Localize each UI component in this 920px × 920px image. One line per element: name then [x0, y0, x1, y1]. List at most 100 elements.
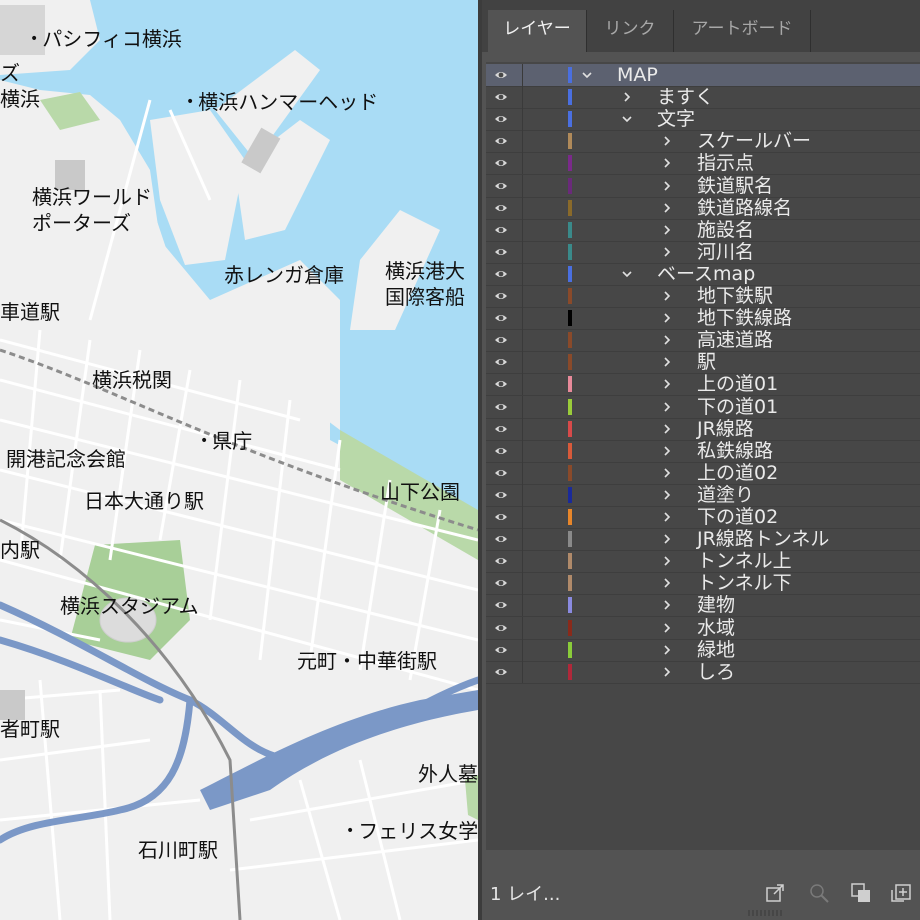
- visibility-eye-icon[interactable]: [494, 224, 508, 236]
- visibility-eye-icon[interactable]: [494, 577, 508, 589]
- lock-toggle[interactable]: [522, 86, 523, 109]
- lock-toggle[interactable]: [522, 439, 523, 462]
- chevron-right-icon[interactable]: [661, 577, 673, 589]
- lock-toggle[interactable]: [522, 307, 523, 330]
- lock-toggle[interactable]: [522, 373, 523, 396]
- map-canvas[interactable]: パシフィコ横浜 ズ 横浜 横浜ハンマーヘッド 横浜ワールド ポーターズ 赤レンガ…: [0, 0, 478, 920]
- lock-toggle[interactable]: [522, 240, 523, 263]
- lock-toggle[interactable]: [522, 152, 523, 175]
- chevron-down-icon[interactable]: [581, 69, 593, 81]
- visibility-eye-icon[interactable]: [494, 555, 508, 567]
- lock-toggle[interactable]: [522, 638, 523, 661]
- chevron-right-icon[interactable]: [661, 334, 673, 346]
- visibility-eye-icon[interactable]: [494, 599, 508, 611]
- lock-toggle[interactable]: [522, 130, 523, 153]
- lock-toggle[interactable]: [522, 594, 523, 617]
- layer-row[interactable]: トンネル上: [486, 550, 920, 574]
- visibility-eye-icon[interactable]: [494, 312, 508, 324]
- visibility-eye-icon[interactable]: [494, 378, 508, 390]
- lock-toggle[interactable]: [522, 506, 523, 528]
- chevron-right-icon[interactable]: [661, 555, 673, 567]
- panel-divider[interactable]: [478, 0, 482, 920]
- lock-toggle[interactable]: [522, 395, 523, 418]
- layer-row[interactable]: 建物: [486, 594, 920, 618]
- layer-row[interactable]: 施設名: [486, 218, 920, 242]
- chevron-right-icon[interactable]: [661, 599, 673, 611]
- layer-row[interactable]: 上の道01: [486, 373, 920, 397]
- lock-toggle[interactable]: [522, 262, 523, 285]
- visibility-eye-icon[interactable]: [494, 202, 508, 214]
- layer-row[interactable]: ますく: [486, 86, 920, 110]
- chevron-right-icon[interactable]: [621, 91, 633, 103]
- lock-toggle[interactable]: [522, 483, 523, 506]
- visibility-eye-icon[interactable]: [494, 622, 508, 634]
- chevron-right-icon[interactable]: [661, 622, 673, 634]
- chevron-right-icon[interactable]: [661, 423, 673, 435]
- layer-row[interactable]: しろ: [486, 660, 920, 684]
- layer-row[interactable]: JR線路トンネル: [486, 528, 920, 552]
- locate-icon[interactable]: [808, 882, 830, 904]
- lock-toggle[interactable]: [522, 329, 523, 352]
- chevron-right-icon[interactable]: [661, 180, 673, 192]
- visibility-eye-icon[interactable]: [494, 268, 508, 280]
- visibility-eye-icon[interactable]: [494, 644, 508, 656]
- layer-row[interactable]: 緑地: [486, 638, 920, 662]
- layer-row[interactable]: MAP: [486, 64, 920, 87]
- layer-row[interactable]: 文字: [486, 108, 920, 132]
- chevron-right-icon[interactable]: [661, 644, 673, 656]
- visibility-eye-icon[interactable]: [494, 334, 508, 346]
- lock-toggle[interactable]: [522, 108, 523, 131]
- chevron-right-icon[interactable]: [661, 246, 673, 258]
- lock-toggle[interactable]: [522, 616, 523, 639]
- visibility-eye-icon[interactable]: [494, 91, 508, 103]
- layer-row[interactable]: 下の道01: [486, 395, 920, 419]
- lock-toggle[interactable]: [522, 174, 523, 197]
- chevron-right-icon[interactable]: [661, 533, 673, 545]
- chevron-down-icon[interactable]: [621, 113, 633, 125]
- layer-row[interactable]: 下の道02: [486, 506, 920, 529]
- visibility-eye-icon[interactable]: [494, 180, 508, 192]
- chevron-down-icon[interactable]: [621, 268, 633, 280]
- chevron-right-icon[interactable]: [661, 378, 673, 390]
- lock-toggle[interactable]: [522, 285, 523, 307]
- visibility-eye-icon[interactable]: [494, 445, 508, 457]
- layer-row[interactable]: 水域: [486, 616, 920, 640]
- visibility-eye-icon[interactable]: [494, 290, 508, 302]
- lock-toggle[interactable]: [522, 461, 523, 484]
- visibility-eye-icon[interactable]: [494, 135, 508, 147]
- lock-toggle[interactable]: [522, 351, 523, 374]
- lock-toggle[interactable]: [522, 64, 523, 86]
- chevron-right-icon[interactable]: [661, 224, 673, 236]
- layer-row[interactable]: 私鉄線路: [486, 439, 920, 463]
- lock-toggle[interactable]: [522, 528, 523, 551]
- visibility-eye-icon[interactable]: [494, 666, 508, 678]
- visibility-eye-icon[interactable]: [494, 467, 508, 479]
- visibility-eye-icon[interactable]: [494, 533, 508, 545]
- layer-row[interactable]: 上の道02: [486, 461, 920, 485]
- lock-toggle[interactable]: [522, 196, 523, 219]
- clipping-mask-icon[interactable]: [850, 882, 872, 904]
- export-icon[interactable]: [764, 882, 786, 904]
- layer-row[interactable]: 鉄道駅名: [486, 174, 920, 198]
- layer-row[interactable]: スケールバー: [486, 130, 920, 154]
- lock-toggle[interactable]: [522, 550, 523, 573]
- layer-row[interactable]: 駅: [486, 351, 920, 375]
- chevron-right-icon[interactable]: [661, 157, 673, 169]
- layer-row[interactable]: 高速道路: [486, 329, 920, 353]
- tab-links[interactable]: リンク: [587, 10, 674, 52]
- chevron-right-icon[interactable]: [661, 511, 673, 523]
- chevron-right-icon[interactable]: [661, 356, 673, 368]
- visibility-eye-icon[interactable]: [494, 113, 508, 125]
- chevron-right-icon[interactable]: [661, 666, 673, 678]
- visibility-eye-icon[interactable]: [494, 356, 508, 368]
- tab-layers[interactable]: レイヤー: [488, 10, 587, 52]
- chevron-right-icon[interactable]: [661, 290, 673, 302]
- chevron-right-icon[interactable]: [661, 401, 673, 413]
- chevron-right-icon[interactable]: [661, 467, 673, 479]
- tab-artboards[interactable]: アートボード: [674, 10, 811, 52]
- lock-toggle[interactable]: [522, 572, 523, 595]
- chevron-right-icon[interactable]: [661, 312, 673, 324]
- layer-list[interactable]: MAP ますく 文字 スケールバー 指示点 鉄道駅名 鉄道路線名 施設名 河川名 ベースmap 地下…: [486, 62, 920, 850]
- layer-row[interactable]: トンネル下: [486, 572, 920, 596]
- visibility-eye-icon[interactable]: [494, 157, 508, 169]
